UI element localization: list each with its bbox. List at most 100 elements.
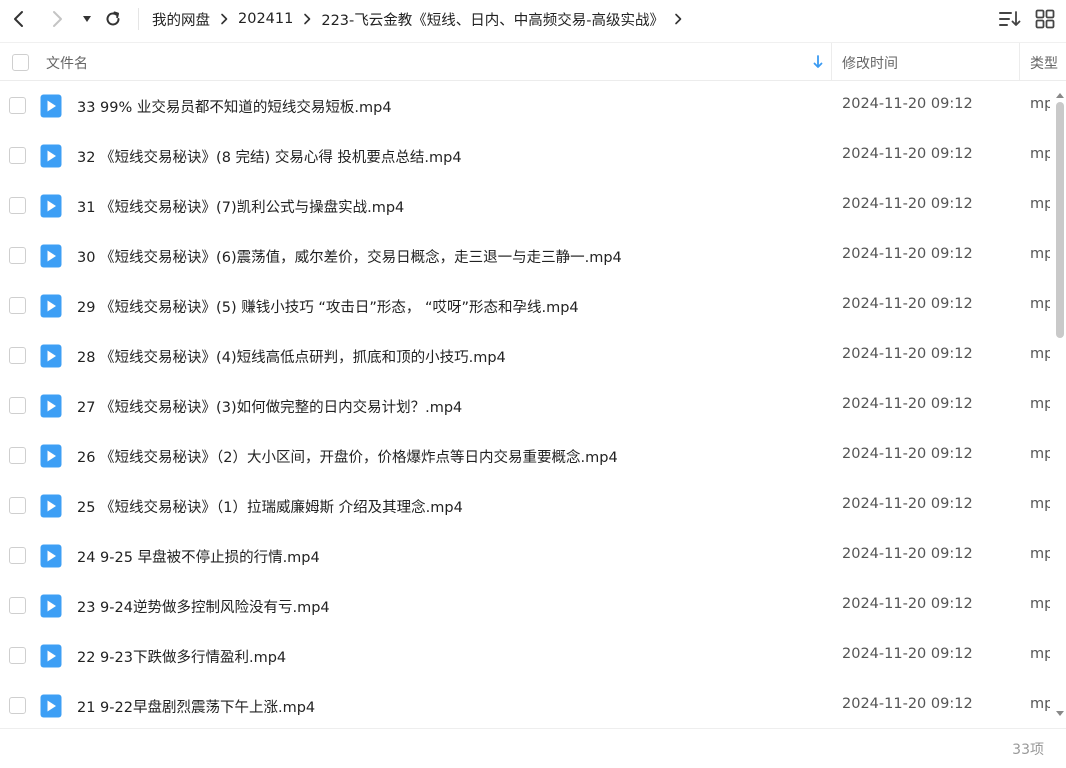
file-name[interactable]: 21 9-22早盘剧烈震荡下午上涨.mp4 [77, 696, 315, 717]
file-row[interactable]: 31 《短线交易秘诀》(7)凯利公式与操盘实战.mp4 2024-11-20 09… [0, 181, 1066, 231]
scroll-down-arrow-icon[interactable] [1054, 704, 1066, 716]
file-mtime: 2024-11-20 09:12 [842, 596, 973, 612]
column-divider[interactable] [831, 43, 832, 81]
file-name[interactable]: 24 9-25 早盘被不停止损的行情.mp4 [77, 546, 320, 567]
row-checkbox[interactable] [9, 697, 26, 714]
file-type: mp4 [1030, 546, 1050, 562]
row-checkbox[interactable] [9, 647, 26, 664]
row-checkbox[interactable] [9, 447, 26, 464]
file-type: mp4 [1030, 346, 1050, 362]
file-mtime: 2024-11-20 09:12 [842, 696, 973, 712]
video-file-icon [40, 444, 62, 468]
breadcrumb: 我的网盘 202411 223-飞云金教《短线、日内、中高频交易-高级实战》 [152, 8, 692, 30]
row-checkbox[interactable] [9, 597, 26, 614]
breadcrumb-item-folder[interactable]: 223-飞云金教《短线、日内、中高频交易-高级实战》 [321, 9, 664, 30]
file-name[interactable]: 27 《短线交易秘诀》(3)如何做完整的日内交易计划？.mp4 [77, 396, 462, 417]
file-type: mp4 [1030, 196, 1050, 212]
file-name[interactable]: 25 《短线交易秘诀》（1）拉瑞威廉姆斯 介绍及其理念.mp4 [77, 496, 463, 517]
file-type: mp4 [1030, 96, 1050, 112]
file-row[interactable]: 23 9-24逆势做多控制风险没有亏.mp4 2024-11-20 09:12 mp… [0, 581, 1066, 631]
select-all-checkbox[interactable] [12, 54, 29, 71]
video-file-icon [40, 544, 62, 568]
file-row[interactable]: 32 《短线交易秘诀》(8 完结) 交易心得 投机要点总结.mp4 2024-11… [0, 131, 1066, 181]
sort-button[interactable] [998, 8, 1022, 30]
toolbar-divider [138, 8, 139, 30]
file-name[interactable]: 28 《短线交易秘诀》(4)短线高低点研判，抓底和顶的小技巧.mp4 [77, 346, 506, 367]
video-file-icon [40, 494, 62, 518]
file-type: mp4 [1030, 696, 1050, 712]
sort-descending-icon[interactable] [812, 54, 824, 70]
scrollbar-thumb[interactable] [1056, 102, 1064, 338]
video-file-icon [40, 294, 62, 318]
column-header-type[interactable]: 类型 [1030, 53, 1058, 73]
file-row[interactable]: 33 99% 业交易员都不知道的短线交易短板.mp4 2024-11-20 09:… [0, 81, 1066, 131]
grid-view-icon [1035, 9, 1055, 29]
row-checkbox[interactable] [9, 497, 26, 514]
video-file-icon [40, 394, 62, 418]
file-row[interactable]: 25 《短线交易秘诀》（1）拉瑞威廉姆斯 介绍及其理念.mp4 2024-11-2… [0, 481, 1066, 531]
file-name[interactable]: 22 9-23下跌做多行情盈利.mp4 [77, 646, 286, 667]
column-header: 文件名 修改时间 类型 [0, 42, 1066, 81]
row-checkbox[interactable] [9, 247, 26, 264]
row-checkbox[interactable] [9, 397, 26, 414]
file-mtime: 2024-11-20 09:12 [842, 346, 973, 362]
refresh-icon [106, 11, 120, 26]
refresh-button[interactable] [100, 5, 126, 33]
row-checkbox[interactable] [9, 197, 26, 214]
video-file-icon [40, 344, 62, 368]
column-divider[interactable] [1019, 43, 1020, 81]
row-checkbox[interactable] [9, 347, 26, 364]
back-button[interactable] [6, 5, 32, 33]
file-mtime: 2024-11-20 09:12 [842, 246, 973, 262]
chevron-left-icon [14, 11, 23, 27]
video-file-icon [40, 144, 62, 168]
file-row[interactable]: 30 《短线交易秘诀》(6)震荡值，威尔差价，交易日概念，走三退一与走三静一.m… [0, 231, 1066, 281]
file-type: mp4 [1030, 446, 1050, 462]
video-file-icon [40, 94, 62, 118]
view-mode-button[interactable] [1034, 8, 1056, 30]
column-header-mtime[interactable]: 修改时间 [842, 53, 898, 73]
file-name[interactable]: 31 《短线交易秘诀》(7)凯利公式与操盘实战.mp4 [77, 196, 404, 217]
forward-button[interactable] [44, 5, 70, 33]
file-row[interactable]: 24 9-25 早盘被不停止损的行情.mp4 2024-11-20 09:12 mp… [0, 531, 1066, 581]
file-row[interactable]: 26 《短线交易秘诀》（2）大小区间，开盘价，价格爆炸点等日内交易重要概念.mp… [0, 431, 1066, 481]
breadcrumb-item-root[interactable]: 我的网盘 [152, 9, 210, 30]
file-row[interactable]: 29 《短线交易秘诀》(5) 赚钱小技巧 “攻击日”形态， “哎呀”形态和孕线.… [0, 281, 1066, 331]
file-type: mp4 [1030, 246, 1050, 262]
file-name[interactable]: 26 《短线交易秘诀》（2）大小区间，开盘价，价格爆炸点等日内交易重要概念.mp… [77, 446, 618, 467]
file-name[interactable]: 23 9-24逆势做多控制风险没有亏.mp4 [77, 596, 330, 617]
file-name[interactable]: 32 《短线交易秘诀》(8 完结) 交易心得 投机要点总结.mp4 [77, 146, 462, 167]
row-checkbox[interactable] [9, 97, 26, 114]
file-row[interactable]: 27 《短线交易秘诀》(3)如何做完整的日内交易计划？.mp4 2024-11-2… [0, 381, 1066, 431]
file-mtime: 2024-11-20 09:12 [842, 496, 973, 512]
file-name[interactable]: 29 《短线交易秘诀》(5) 赚钱小技巧 “攻击日”形态， “哎呀”形态和孕线.… [77, 296, 579, 317]
toolbar: 我的网盘 202411 223-飞云金教《短线、日内、中高频交易-高级实战》 [0, 0, 1066, 42]
history-dropdown-button[interactable] [78, 5, 96, 33]
breadcrumb-expand-icon[interactable] [674, 13, 682, 25]
column-header-name[interactable]: 文件名 [46, 53, 88, 73]
file-row[interactable]: 22 9-23下跌做多行情盈利.mp4 2024-11-20 09:12 mp4 [0, 631, 1066, 681]
file-name[interactable]: 30 《短线交易秘诀》(6)震荡值，威尔差价，交易日概念，走三退一与走三静一.m… [77, 246, 622, 267]
file-mtime: 2024-11-20 09:12 [842, 146, 973, 162]
status-bar: 33项 [0, 728, 1066, 768]
chevron-right-icon [53, 11, 62, 27]
item-count: 33项 [1012, 742, 1044, 758]
file-type: mp4 [1030, 396, 1050, 412]
file-mtime: 2024-11-20 09:12 [842, 96, 973, 112]
video-file-icon [40, 594, 62, 618]
file-mtime: 2024-11-20 09:12 [842, 396, 973, 412]
breadcrumb-item-month[interactable]: 202411 [238, 11, 293, 27]
file-name[interactable]: 33 99% 业交易员都不知道的短线交易短板.mp4 [77, 96, 392, 117]
file-row[interactable]: 21 9-22早盘剧烈震荡下午上涨.mp4 2024-11-20 09:12 mp4 [0, 681, 1066, 731]
file-type: mp4 [1030, 646, 1050, 662]
video-file-icon [40, 194, 62, 218]
file-mtime: 2024-11-20 09:12 [842, 646, 973, 662]
row-checkbox[interactable] [9, 297, 26, 314]
file-list: 33 99% 业交易员都不知道的短线交易短板.mp4 2024-11-20 09:… [0, 81, 1066, 731]
file-row[interactable]: 28 《短线交易秘诀》(4)短线高低点研判，抓底和顶的小技巧.mp4 2024-1… [0, 331, 1066, 381]
file-mtime: 2024-11-20 09:12 [842, 446, 973, 462]
scroll-up-arrow-icon[interactable] [1054, 87, 1066, 99]
row-checkbox[interactable] [9, 547, 26, 564]
file-type: mp4 [1030, 296, 1050, 312]
row-checkbox[interactable] [9, 147, 26, 164]
